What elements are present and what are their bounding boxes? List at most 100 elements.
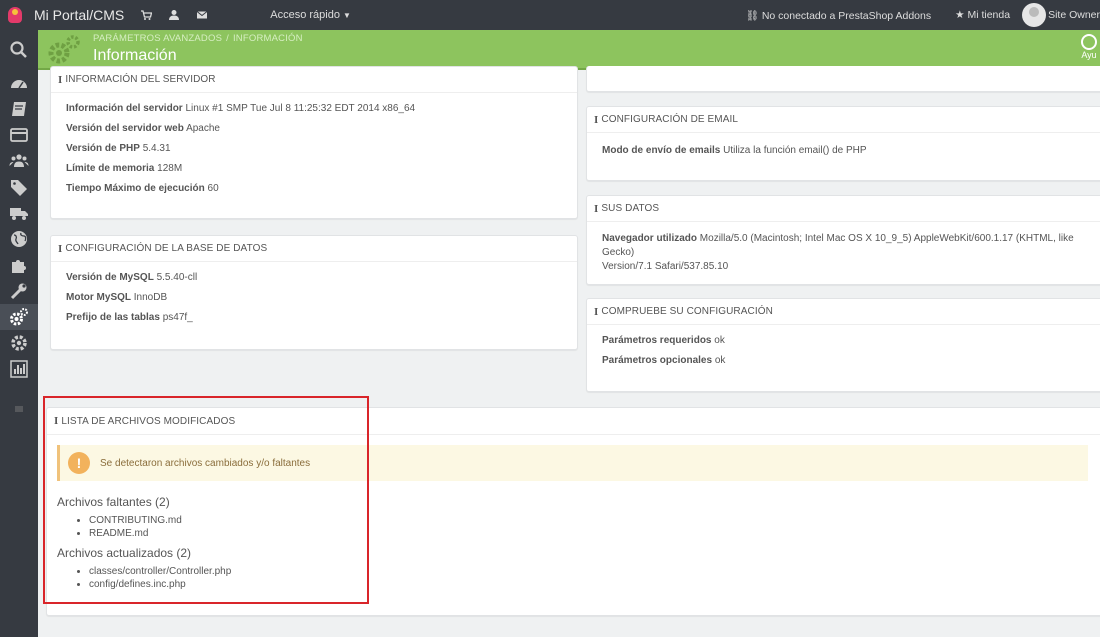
modules-icon[interactable]: [0, 252, 38, 278]
row-label: Parámetros requeridos: [602, 335, 712, 346]
panel-heading: i CONFIGURACIÓN DE LA BASE DE DATOS: [51, 236, 577, 262]
star-icon: ★: [955, 9, 965, 21]
dashboard-icon[interactable]: [0, 70, 38, 96]
quick-access-label: Acceso rápido: [270, 9, 340, 21]
panel-title: CONFIGURACIÓN DE LA BASE DE DATOS: [65, 243, 268, 254]
panel-title: CONFIGURACIÓN DE EMAIL: [601, 114, 739, 125]
quick-access-menu[interactable]: Acceso rápido ▼: [270, 9, 351, 21]
panel-heading: i LISTA DE ARCHIVOS MODIFICADOS: [47, 408, 1100, 435]
warning-alert: ! Se detectaron archivos cambiados y/o f…: [57, 445, 1088, 481]
breadcrumb-separator: /: [226, 33, 229, 44]
panel-title: SUS DATOS: [601, 203, 660, 214]
info-icon: i: [594, 305, 599, 318]
row-label: Versión de PHP: [66, 143, 140, 154]
updated-files-list: classes/controller/Controller.php config…: [77, 565, 1100, 591]
info-icon: i: [58, 73, 63, 86]
list-item: README.md: [89, 527, 1100, 540]
brand-name[interactable]: Mi Portal/CMS: [34, 7, 124, 23]
top-bar: Mi Portal/CMS Acceso rápido ▼ ⛓ No conect…: [0, 0, 1100, 30]
server-info-panel: i INFORMACIÓN DEL SERVIDOR Información de…: [50, 66, 578, 219]
row-value: ok: [714, 335, 725, 346]
page-title: Información: [93, 47, 177, 64]
list-item: config/defines.inc.php: [89, 578, 1100, 591]
settings-icon[interactable]: [0, 330, 38, 356]
row-label: Prefijo de las tablas: [66, 312, 160, 323]
row-label: Modo de envío de emails: [602, 145, 721, 156]
customers-icon[interactable]: [0, 148, 38, 174]
panel-title: LISTA DE ARCHIVOS MODIFICADOS: [61, 415, 236, 427]
row-label: Tiempo Máximo de ejecución: [66, 183, 205, 194]
panel-heading: i INFORMACIÓN DEL SERVIDOR: [51, 67, 577, 93]
search-icon[interactable]: [0, 30, 38, 70]
row-label: Navegador utilizado: [602, 233, 698, 244]
max-execution-time-row: Tiempo Máximo de ejecución 60: [66, 179, 562, 199]
email-config-panel: i CONFIGURACIÓN DE EMAIL Modo de envío de…: [586, 106, 1100, 181]
database-config-panel: i CONFIGURACIÓN DE LA BASE DE DATOS Versi…: [50, 235, 578, 350]
panel-title: INFORMACIÓN DEL SERVIDOR: [65, 74, 216, 85]
row-value: 128M: [157, 163, 183, 174]
help-icon: [1081, 34, 1097, 50]
mysql-version-row: Versión de MySQL 5.5.40-cll: [66, 268, 562, 288]
catalog-icon[interactable]: [0, 96, 38, 122]
browser-row: Navegador utilizado Mozilla/5.0 (Macinto…: [602, 232, 1090, 274]
row-label: Motor MySQL: [66, 292, 131, 303]
optional-params-row: Parámetros opcionales ok: [602, 351, 1090, 371]
mail-icon[interactable]: [196, 9, 208, 21]
row-value: Utiliza la función email() de PHP: [723, 145, 867, 156]
breadcrumb-advanced-parameters[interactable]: PARÁMETROS AVANZADOS: [93, 33, 222, 44]
row-value: 5.4.31: [142, 143, 171, 154]
row-value: Apache: [186, 123, 220, 134]
webserver-version-row: Versión del servidor web Apache: [66, 119, 562, 139]
modified-files-panel: i LISTA DE ARCHIVOS MODIFICADOS ! Se dete…: [46, 407, 1100, 616]
row-value: InnoDB: [133, 292, 168, 303]
panel-heading: i COMPRUEBE SU CONFIGURACIÓN: [587, 299, 1100, 325]
my-shop-link[interactable]: ★ Mi tienda: [955, 9, 1010, 21]
preferences-icon[interactable]: [0, 278, 38, 304]
row-label: Versión de MySQL: [66, 272, 154, 283]
stats-icon[interactable]: [0, 356, 38, 382]
table-prefix-row: Prefijo de las tablas ps47f_: [66, 308, 562, 328]
cart-icon[interactable]: [140, 9, 153, 21]
row-label: Información del servidor: [66, 103, 183, 114]
php-version-row: Versión de PHP 5.4.31: [66, 139, 562, 159]
localization-icon[interactable]: [0, 226, 38, 252]
panel-heading: i CONFIGURACIÓN DE EMAIL: [587, 107, 1100, 133]
addons-connection-link[interactable]: ⛓ No conectado a PrestaShop Addons: [746, 9, 932, 22]
user-name[interactable]: Site Owner: [1048, 9, 1100, 21]
mysql-engine-row: Motor MySQL InnoDB: [66, 288, 562, 308]
email-mode-row: Modo de envío de emails Utiliza la funci…: [602, 141, 1090, 161]
breadcrumb-information[interactable]: INFORMACIÓN: [233, 33, 303, 44]
row-value: ok: [714, 355, 726, 366]
prestashop-logo-icon[interactable]: [0, 0, 30, 30]
row-value: ps47f_: [162, 312, 193, 323]
page-header: PARÁMETROS AVANZADOS / INFORMACIÓN Informa…: [38, 30, 1100, 70]
user-icon[interactable]: [168, 9, 180, 21]
panel-heading: i SUS DATOS: [587, 196, 1100, 222]
orders-icon[interactable]: [0, 122, 38, 148]
info-icon: i: [594, 113, 599, 126]
info-icon: i: [54, 415, 59, 427]
memory-limit-row: Límite de memoria 128M: [66, 159, 562, 179]
row-value: Linux #1 SMP Tue Jul 8 11:25:32 EDT 2014…: [185, 103, 416, 114]
menu-collapse-icon[interactable]: [0, 396, 38, 422]
chevron-down-icon: ▼: [342, 11, 351, 20]
row-value-continued: Version/7.1 Safari/537.85.10: [602, 261, 729, 272]
avatar[interactable]: [1022, 3, 1047, 27]
my-shop-label: Mi tienda: [967, 9, 1011, 21]
shipping-icon[interactable]: [0, 200, 38, 226]
panel-title: COMPRUEBE SU CONFIGURACIÓN: [601, 306, 773, 317]
check-config-panel: i COMPRUEBE SU CONFIGURACIÓN Parámetros r…: [586, 298, 1100, 392]
disconnected-icon: ⛓: [745, 9, 759, 22]
missing-files-heading: Archivos faltantes (2): [57, 495, 170, 509]
info-icon: i: [58, 242, 63, 255]
help-button[interactable]: Ayu: [1078, 34, 1100, 60]
updated-files-heading: Archivos actualizados (2): [57, 546, 192, 560]
addons-status-label: No conectado a PrestaShop Addons: [761, 9, 932, 22]
advanced-parameters-icon[interactable]: [0, 304, 38, 330]
row-label: Límite de memoria: [66, 163, 155, 174]
info-icon: i: [594, 202, 599, 215]
advanced-parameters-header-icon: [46, 34, 82, 66]
row-value: 60: [207, 183, 219, 194]
partial-panel: [586, 66, 1100, 92]
tags-icon[interactable]: [0, 174, 38, 200]
